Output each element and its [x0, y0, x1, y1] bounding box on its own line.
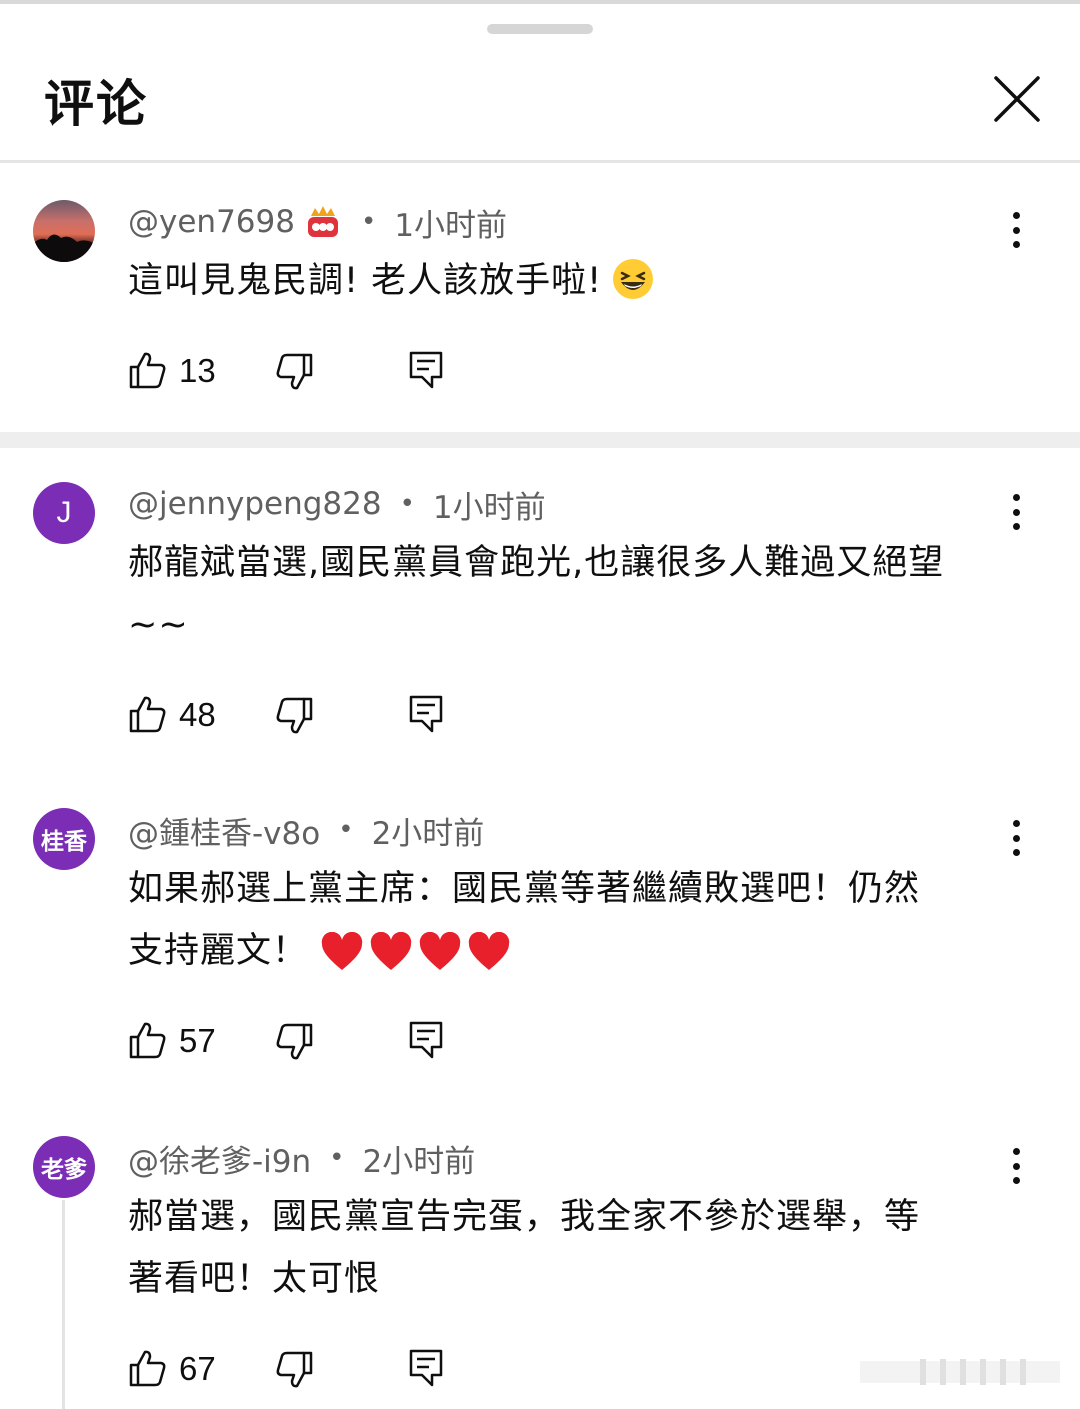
comment-body-line: 郝龍斌當選,國民黨員會跑光,也讓很多人難過又絕望	[128, 543, 945, 583]
author-handle[interactable]: @jennypeng828	[128, 486, 382, 522]
more-options-button[interactable]	[1000, 1144, 1032, 1188]
more-options-button[interactable]	[1000, 816, 1032, 860]
author-handle[interactable]: @鍾桂香-v8o	[128, 808, 320, 853]
heart-emoji-icon	[468, 932, 510, 970]
page-title: 评论	[44, 75, 148, 133]
author-handle[interactable]: @徐老爹-i9n	[128, 1136, 311, 1181]
comment-actions: 57	[128, 1020, 528, 1064]
avatar[interactable]: 桂香	[33, 808, 95, 870]
more-options-button[interactable]	[1000, 208, 1032, 252]
like-count: 57	[179, 1022, 216, 1059]
comment-text: 這叫見鬼民調! 老人該放手啦!	[128, 250, 1008, 312]
top-edge	[0, 0, 1080, 4]
reply-comment-icon[interactable]	[408, 1348, 444, 1388]
header-divider	[0, 160, 1080, 163]
comment-time: 1小时前	[394, 207, 508, 244]
comment-meta: @jennypeng828 • 1小时前	[128, 484, 546, 526]
comment-time: 1小时前	[432, 489, 546, 526]
comment-meta: @yen7698 • 1小时前	[128, 202, 508, 244]
avatar[interactable]	[33, 200, 95, 262]
thumbs-up-icon[interactable]	[128, 1348, 168, 1388]
close-icon	[994, 76, 1040, 122]
comment-text: 如果郝選上黨主席：國民黨等著繼續敗選吧！仍然 支持麗文！	[128, 858, 1008, 982]
thumbs-down-icon[interactable]	[274, 696, 314, 736]
more-vertical-icon	[1012, 494, 1020, 501]
comment-body: 這叫見鬼民調! 老人該放手啦!	[128, 261, 603, 301]
comment-body-line: 著看吧！太可恨	[128, 1259, 381, 1299]
thumbs-down-icon[interactable]	[274, 1022, 314, 1062]
comment-time: 2小时前	[362, 1143, 476, 1180]
avatar[interactable]: J	[33, 482, 95, 544]
separator-dot: •	[399, 489, 415, 519]
avatar-photo-icon	[33, 234, 95, 262]
comment-text: 郝當選，國民黨宣告完蛋，我全家不參於選舉，等 著看吧！太可恨	[128, 1186, 1008, 1310]
comment-body-line: 如果郝選上黨主席：國民黨等著繼續敗選吧！仍然	[128, 869, 921, 909]
thumbs-up-icon[interactable]	[128, 350, 168, 390]
comments-header: 评论	[0, 40, 1080, 160]
separator-dot: •	[360, 207, 377, 237]
reply-comment-icon[interactable]	[408, 350, 444, 390]
drag-handle[interactable]	[487, 24, 593, 34]
avatar-text: 老爹	[41, 1157, 87, 1183]
thumbs-up-icon[interactable]	[128, 694, 168, 734]
reply-comment-icon[interactable]	[408, 1020, 444, 1060]
comment-body-line: 支持麗文！	[128, 931, 309, 971]
crown-badge-icon	[307, 206, 338, 237]
thumbs-down-icon[interactable]	[274, 352, 314, 392]
comment-meta: @徐老爹-i9n • 2小时前	[128, 1136, 476, 1181]
more-vertical-icon	[1012, 212, 1020, 219]
comment-actions: 48	[128, 694, 528, 738]
thumbs-up-icon[interactable]	[128, 1020, 168, 1060]
separator-dot: •	[329, 1143, 345, 1173]
more-vertical-icon	[1012, 820, 1020, 827]
comment-item: J @jennypeng828 • 1小时前 郝龍斌當選,國民黨員會跑光,也讓很…	[0, 482, 1080, 752]
comment-item: 桂香 @鍾桂香-v8o • 2小时前 如果郝選上黨主席：國民黨等著繼續敗選吧！仍…	[0, 808, 1080, 1078]
more-vertical-icon	[1012, 1148, 1020, 1155]
author-handle[interactable]: @yen7698	[128, 204, 295, 240]
reply-comment-icon[interactable]	[408, 694, 444, 734]
comment-time: 2小时前	[371, 815, 485, 852]
laughing-emoji-icon	[613, 259, 654, 299]
comment-text: 郝龍斌當選,國民黨員會跑光,也讓很多人難過又絕望 ~~	[128, 532, 1008, 656]
heart-emoji-icon	[321, 932, 363, 970]
heart-emoji-icon	[419, 932, 461, 970]
like-count: 67	[179, 1350, 216, 1387]
comment-body-line2: 支持麗文！	[128, 920, 1008, 982]
comment-meta: @鍾桂香-v8o • 2小时前	[128, 808, 485, 853]
comment-body-line: 郝當選，國民黨宣告完蛋，我全家不參於選舉，等	[128, 1197, 921, 1237]
comment-body-line: ~~	[128, 605, 189, 645]
separator-dot: •	[338, 815, 354, 845]
comments-sheet: 评论 @yen7698 • 1小时前 這叫見鬼民調! 老人該放手啦! 13 J …	[0, 0, 1080, 1409]
like-count: 48	[179, 696, 216, 733]
heart-emoji-icon	[370, 932, 412, 970]
thumbs-down-icon[interactable]	[274, 1350, 314, 1390]
avatar-letter: J	[56, 496, 72, 529]
section-divider	[0, 432, 1080, 448]
comment-item: @yen7698 • 1小时前 這叫見鬼民調! 老人該放手啦! 13	[0, 200, 1080, 430]
like-count: 13	[179, 352, 216, 389]
more-options-button[interactable]	[1000, 490, 1032, 534]
comment-actions: 67	[128, 1348, 528, 1392]
watermark-icon	[860, 1359, 1060, 1385]
comment-actions: 13	[128, 350, 528, 394]
avatar-text: 桂香	[41, 829, 87, 855]
close-button[interactable]	[986, 68, 1048, 130]
avatar[interactable]: 老爹	[33, 1136, 95, 1198]
